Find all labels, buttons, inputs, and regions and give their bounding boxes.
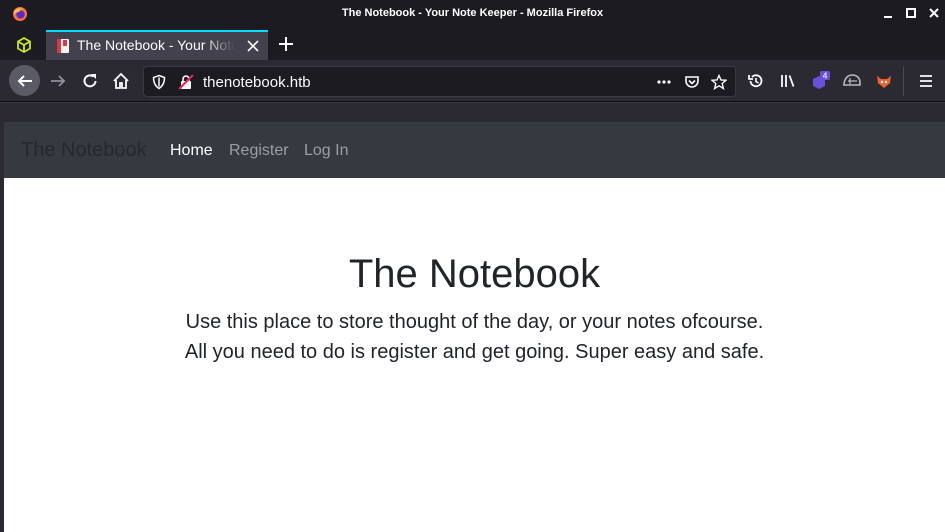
url-bar[interactable]: thenotebook.htb	[143, 66, 736, 97]
extension-cube-icon[interactable]: 4	[805, 66, 835, 96]
nav-link-login[interactable]: Log In	[304, 142, 348, 160]
nav-link-register[interactable]: Register	[229, 142, 289, 160]
tab-the-notebook[interactable]: The Notebook - Your Note Keeper	[46, 30, 268, 60]
tab-title: The Notebook - Your Note Keeper	[77, 37, 235, 53]
tracking-shield-icon[interactable]	[151, 74, 167, 90]
toolbar-bottom-strip	[0, 102, 945, 122]
site-navbar: The Notebook Home Register Log In	[4, 122, 945, 178]
nav-link-home[interactable]: Home	[170, 142, 213, 160]
window-title: The Notebook - Your Note Keeper - Mozill…	[341, 7, 604, 19]
window-titlebar: The Notebook - Your Note Keeper - Mozill…	[0, 0, 945, 28]
url-text[interactable]: thenotebook.htb	[203, 74, 311, 91]
insecure-lock-icon[interactable]	[178, 74, 194, 90]
library-icon[interactable]	[773, 66, 803, 96]
close-window-icon[interactable]	[926, 5, 942, 21]
containers-cube-icon[interactable]	[15, 36, 33, 54]
reload-button[interactable]	[75, 66, 105, 96]
minimize-icon[interactable]	[880, 5, 896, 21]
hero-text-line-2: All you need to do is register and get g…	[184, 341, 765, 363]
home-button[interactable]	[106, 66, 136, 96]
history-icon[interactable]	[741, 66, 771, 96]
site-brand[interactable]: The Notebook	[21, 139, 147, 162]
extension-badge: 4	[822, 72, 827, 81]
main-content: The Notebook Use this place to store tho…	[4, 178, 945, 532]
extension-fox-icon[interactable]	[869, 66, 899, 96]
new-tab-icon[interactable]	[277, 35, 295, 53]
toolbar-divider	[903, 66, 904, 96]
tab-strip: The Notebook - Your Note Keeper	[0, 28, 945, 60]
notebook-favicon-icon	[56, 38, 70, 54]
pocket-icon[interactable]	[684, 74, 700, 90]
hamburger-menu-icon[interactable]	[911, 66, 941, 96]
forward-button[interactable]	[43, 66, 73, 96]
nav-toolbar: thenotebook.htb 4	[0, 60, 945, 102]
maximize-icon[interactable]	[903, 5, 919, 21]
close-tab-icon[interactable]	[246, 39, 260, 53]
bookmark-star-icon[interactable]	[710, 73, 728, 90]
back-button[interactable]	[9, 65, 40, 96]
extension-helmet-icon[interactable]	[837, 66, 867, 96]
hero-text-line-1: Use this place to store thought of the d…	[185, 311, 764, 333]
hero-title: The Notebook	[348, 252, 601, 296]
page-actions-icon[interactable]	[656, 74, 672, 90]
